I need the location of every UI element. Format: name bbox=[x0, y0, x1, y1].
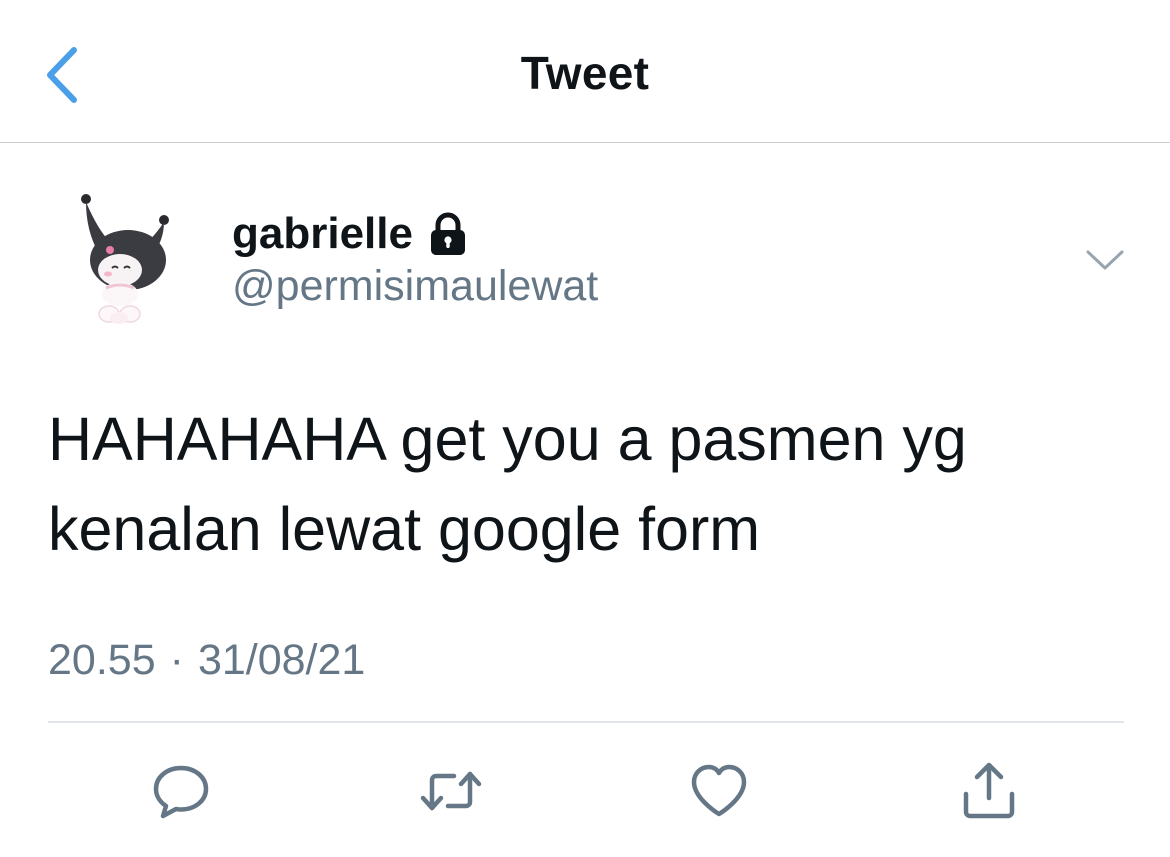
retweet-button[interactable] bbox=[418, 758, 484, 824]
share-button[interactable] bbox=[956, 758, 1022, 824]
more-options-button[interactable] bbox=[1084, 246, 1126, 274]
tweet-text-line: HAHAHAHA get you a pasmen yg bbox=[48, 405, 967, 473]
author-handle[interactable]: @permisimaulewat bbox=[232, 262, 598, 311]
reply-icon bbox=[153, 765, 209, 819]
display-name[interactable]: gabrielle bbox=[232, 209, 413, 259]
avatar[interactable] bbox=[76, 190, 176, 330]
reply-button[interactable] bbox=[148, 758, 214, 824]
heart-icon bbox=[691, 764, 747, 817]
divider bbox=[48, 721, 1124, 723]
lock-icon bbox=[430, 212, 465, 255]
tweet-text-line: kenalan lewat google form bbox=[48, 495, 761, 563]
retweet-icon bbox=[420, 771, 482, 811]
separator-dot: · bbox=[169, 636, 184, 684]
top-navigation-bar: Tweet bbox=[0, 0, 1170, 143]
tweet-timestamp: 20.55 · 31/08/21 bbox=[48, 636, 365, 685]
chevron-down-icon bbox=[1086, 250, 1124, 270]
kuromi-avatar-image bbox=[81, 194, 169, 324]
share-icon bbox=[963, 762, 1015, 819]
tweet-date: 31/08/21 bbox=[197, 636, 366, 684]
tweet-time: 20.55 bbox=[48, 636, 156, 684]
tweet-detail-screen: Tweet gabrielle @permisimaulewat HAHAHAH… bbox=[0, 0, 1170, 857]
author-name-row: gabrielle bbox=[232, 206, 469, 262]
tweet-body: HAHAHAHA get you a pasmen yg kenalan lew… bbox=[48, 394, 1128, 574]
page-title: Tweet bbox=[520, 47, 650, 99]
like-button[interactable] bbox=[686, 758, 752, 824]
